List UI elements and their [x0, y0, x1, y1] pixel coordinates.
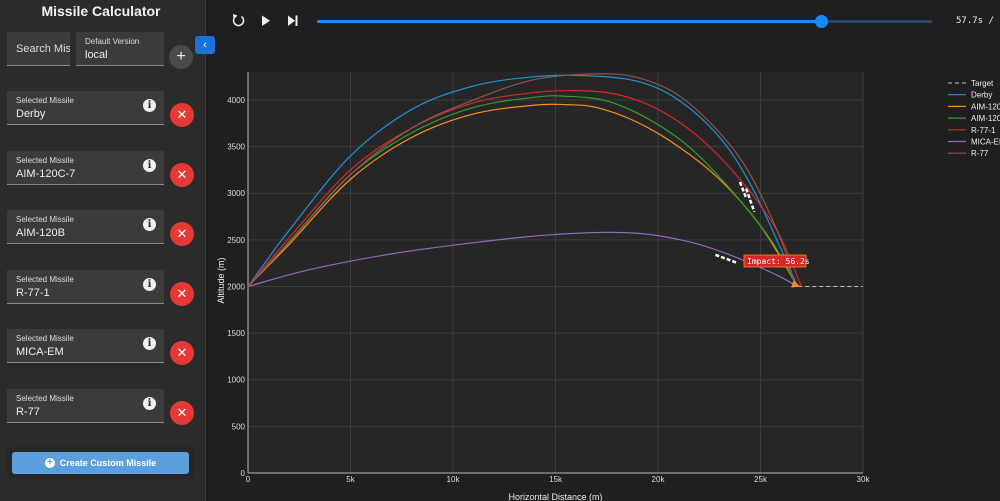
y-tick-label: 0	[241, 469, 246, 478]
y-tick-label: 3500	[227, 143, 245, 152]
legend-entry-1: AIM-120C-7	[971, 102, 1000, 111]
x-axis-label: Horizontal Distance (m)	[508, 492, 602, 501]
x-tick-label: 10k	[447, 475, 461, 484]
y-axis-label: Altitude (m)	[216, 257, 226, 303]
legend-entry-target: Target	[971, 79, 994, 88]
legend-entry-4: MICA-EM	[971, 138, 1000, 147]
impact-annotation: Impact: 56.2s	[747, 257, 810, 266]
legend-entry-2: AIM-120B	[971, 114, 1000, 123]
x-tick-label: 15k	[549, 475, 563, 484]
legend-entry-0: Derby	[971, 91, 992, 100]
x-tick-label: 5k	[346, 475, 355, 484]
x-tick-label: 20k	[652, 475, 666, 484]
legend-entry-5: R-77	[971, 149, 989, 158]
y-tick-label: 2500	[227, 236, 245, 245]
legend-entry-3: R-77-1	[971, 126, 996, 135]
y-tick-label: 1500	[227, 329, 245, 338]
x-tick-label: 25k	[754, 475, 768, 484]
collapse-sidebar-button[interactable]: ‹	[195, 36, 215, 54]
y-tick-label: 2000	[227, 282, 245, 291]
y-tick-label: 1000	[227, 376, 245, 385]
x-tick-label: 30k	[857, 475, 871, 484]
y-tick-label: 4000	[227, 96, 245, 105]
trajectory-chart: 0 5k 10k 15k 20k 25k 30k 0 500 1000 1500 2000 2500 30…	[216, 72, 1000, 501]
y-tick-label: 3000	[227, 189, 245, 198]
y-tick-label: 500	[232, 422, 246, 431]
x-tick-label: 0	[246, 475, 251, 484]
legend[interactable]: Target Derby AIM-120C-7 AIM-120B R-77-1 MICA-…	[948, 79, 1000, 158]
